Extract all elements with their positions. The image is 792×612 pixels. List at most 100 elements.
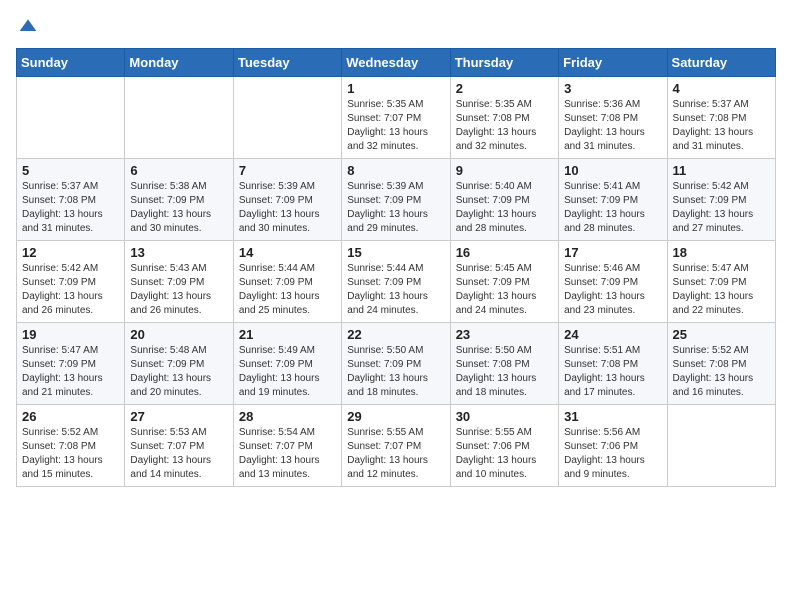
calendar-body: 1 Sunrise: 5:35 AM Sunset: 7:07 PM Daylig… <box>17 77 776 487</box>
day-info: Sunrise: 5:37 AM Sunset: 7:08 PM Dayligh… <box>673 98 770 154</box>
day-number: 18 <box>673 245 770 260</box>
calendar-cell: 11 Sunrise: 5:42 AM Sunset: 7:09 PM Dayli… <box>667 159 775 241</box>
calendar-cell: 6Sunrise: 5:38 AM Sunset: 7:09 PM Daylig… <box>125 159 233 241</box>
calendar-cell: 23 Sunrise: 5:50 AM Sunset: 7:08 PM Dayli… <box>450 323 558 405</box>
calendar-cell <box>667 405 775 487</box>
calendar-cell: 1 Sunrise: 5:35 AM Sunset: 7:07 PM Daylig… <box>342 77 450 159</box>
day-header-sunday: Sunday <box>17 49 125 77</box>
day-number: 10 <box>564 163 661 178</box>
day-info: Sunrise: 5:50 AM Sunset: 7:08 PM Dayligh… <box>456 344 553 400</box>
day-info: Sunrise: 5:37 AM Sunset: 7:08 PM Dayligh… <box>22 180 119 236</box>
calendar-cell: 27 Sunrise: 5:53 AM Sunset: 7:07 PM Dayli… <box>125 405 233 487</box>
day-info: Sunrise: 5:42 AM Sunset: 7:09 PM Dayligh… <box>673 180 770 236</box>
calendar-cell: 4 Sunrise: 5:37 AM Sunset: 7:08 PM Daylig… <box>667 77 775 159</box>
page-header <box>16 16 776 36</box>
day-info: Sunrise: 5:51 AM Sunset: 7:08 PM Dayligh… <box>564 344 661 400</box>
day-number: 13 <box>130 245 227 260</box>
day-info: Sunrise: 5:53 AM Sunset: 7:07 PM Dayligh… <box>130 426 227 482</box>
day-info: Sunrise: 5:47 AM Sunset: 7:09 PM Dayligh… <box>673 262 770 318</box>
logo-icon <box>18 16 38 36</box>
day-number: 3 <box>564 81 661 96</box>
day-info: Sunrise: 5:49 AM Sunset: 7:09 PM Dayligh… <box>239 344 336 400</box>
calendar-header: SundayMondayTuesdayWednesdayThursdayFrid… <box>17 49 776 77</box>
day-info: Sunrise: 5:39 AM Sunset: 7:09 PM Dayligh… <box>347 180 444 236</box>
calendar-cell: 28 Sunrise: 5:54 AM Sunset: 7:07 PM Dayli… <box>233 405 341 487</box>
day-info: Sunrise: 5:43 AM Sunset: 7:09 PM Dayligh… <box>130 262 227 318</box>
day-header-monday: Monday <box>125 49 233 77</box>
day-info: Sunrise: 5:47 AM Sunset: 7:09 PM Dayligh… <box>22 344 119 400</box>
day-info: Sunrise: 5:39 AM Sunset: 7:09 PM Dayligh… <box>239 180 336 236</box>
day-number: 23 <box>456 327 553 342</box>
day-info: Sunrise: 5:40 AM Sunset: 7:09 PM Dayligh… <box>456 180 553 236</box>
day-number: 16 <box>456 245 553 260</box>
calendar-cell <box>233 77 341 159</box>
week-row-4: 26Sunrise: 5:52 AM Sunset: 7:08 PM Dayli… <box>17 405 776 487</box>
calendar-cell: 26Sunrise: 5:52 AM Sunset: 7:08 PM Dayli… <box>17 405 125 487</box>
day-number: 21 <box>239 327 336 342</box>
day-info: Sunrise: 5:56 AM Sunset: 7:06 PM Dayligh… <box>564 426 661 482</box>
calendar-cell: 2Sunrise: 5:35 AM Sunset: 7:08 PM Daylig… <box>450 77 558 159</box>
week-row-3: 19 Sunrise: 5:47 AM Sunset: 7:09 PM Dayli… <box>17 323 776 405</box>
day-info: Sunrise: 5:50 AM Sunset: 7:09 PM Dayligh… <box>347 344 444 400</box>
day-number: 5 <box>22 163 119 178</box>
day-number: 15 <box>347 245 444 260</box>
day-header-friday: Friday <box>559 49 667 77</box>
day-number: 9 <box>456 163 553 178</box>
calendar-cell: 17Sunrise: 5:46 AM Sunset: 7:09 PM Dayli… <box>559 241 667 323</box>
calendar-cell: 3 Sunrise: 5:36 AM Sunset: 7:08 PM Daylig… <box>559 77 667 159</box>
day-info: Sunrise: 5:41 AM Sunset: 7:09 PM Dayligh… <box>564 180 661 236</box>
day-number: 30 <box>456 409 553 424</box>
calendar-cell: 5 Sunrise: 5:37 AM Sunset: 7:08 PM Daylig… <box>17 159 125 241</box>
day-header-tuesday: Tuesday <box>233 49 341 77</box>
calendar-cell: 24 Sunrise: 5:51 AM Sunset: 7:08 PM Dayli… <box>559 323 667 405</box>
day-info: Sunrise: 5:55 AM Sunset: 7:06 PM Dayligh… <box>456 426 553 482</box>
day-info: Sunrise: 5:55 AM Sunset: 7:07 PM Dayligh… <box>347 426 444 482</box>
calendar-cell: 7 Sunrise: 5:39 AM Sunset: 7:09 PM Daylig… <box>233 159 341 241</box>
calendar-cell: 12 Sunrise: 5:42 AM Sunset: 7:09 PM Dayli… <box>17 241 125 323</box>
day-info: Sunrise: 5:54 AM Sunset: 7:07 PM Dayligh… <box>239 426 336 482</box>
calendar-cell <box>125 77 233 159</box>
day-number: 7 <box>239 163 336 178</box>
day-info: Sunrise: 5:38 AM Sunset: 7:09 PM Dayligh… <box>130 180 227 236</box>
day-number: 1 <box>347 81 444 96</box>
day-header-wednesday: Wednesday <box>342 49 450 77</box>
calendar-cell: 21 Sunrise: 5:49 AM Sunset: 7:09 PM Dayli… <box>233 323 341 405</box>
day-info: Sunrise: 5:52 AM Sunset: 7:08 PM Dayligh… <box>673 344 770 400</box>
week-row-0: 1 Sunrise: 5:35 AM Sunset: 7:07 PM Daylig… <box>17 77 776 159</box>
calendar-cell: 15 Sunrise: 5:44 AM Sunset: 7:09 PM Dayli… <box>342 241 450 323</box>
day-info: Sunrise: 5:35 AM Sunset: 7:07 PM Dayligh… <box>347 98 444 154</box>
day-number: 8 <box>347 163 444 178</box>
calendar-cell: 13 Sunrise: 5:43 AM Sunset: 7:09 PM Dayli… <box>125 241 233 323</box>
day-number: 27 <box>130 409 227 424</box>
calendar-cell: 18 Sunrise: 5:47 AM Sunset: 7:09 PM Dayli… <box>667 241 775 323</box>
calendar-cell <box>17 77 125 159</box>
day-number: 29 <box>347 409 444 424</box>
day-number: 31 <box>564 409 661 424</box>
day-number: 20 <box>130 327 227 342</box>
day-info: Sunrise: 5:42 AM Sunset: 7:09 PM Dayligh… <box>22 262 119 318</box>
day-header-saturday: Saturday <box>667 49 775 77</box>
day-info: Sunrise: 5:36 AM Sunset: 7:08 PM Dayligh… <box>564 98 661 154</box>
day-info: Sunrise: 5:52 AM Sunset: 7:08 PM Dayligh… <box>22 426 119 482</box>
calendar-cell: 22Sunrise: 5:50 AM Sunset: 7:09 PM Dayli… <box>342 323 450 405</box>
day-number: 11 <box>673 163 770 178</box>
day-number: 14 <box>239 245 336 260</box>
logo <box>16 16 38 36</box>
day-number: 28 <box>239 409 336 424</box>
calendar-cell: 9 Sunrise: 5:40 AM Sunset: 7:09 PM Daylig… <box>450 159 558 241</box>
day-number: 12 <box>22 245 119 260</box>
calendar-cell: 19 Sunrise: 5:47 AM Sunset: 7:09 PM Dayli… <box>17 323 125 405</box>
calendar-cell: 25Sunrise: 5:52 AM Sunset: 7:08 PM Dayli… <box>667 323 775 405</box>
day-info: Sunrise: 5:44 AM Sunset: 7:09 PM Dayligh… <box>347 262 444 318</box>
calendar-cell: 31 Sunrise: 5:56 AM Sunset: 7:06 PM Dayli… <box>559 405 667 487</box>
calendar-cell: 10 Sunrise: 5:41 AM Sunset: 7:09 PM Dayli… <box>559 159 667 241</box>
calendar-cell: 20Sunrise: 5:48 AM Sunset: 7:09 PM Dayli… <box>125 323 233 405</box>
week-row-1: 5 Sunrise: 5:37 AM Sunset: 7:08 PM Daylig… <box>17 159 776 241</box>
day-number: 4 <box>673 81 770 96</box>
week-row-2: 12 Sunrise: 5:42 AM Sunset: 7:09 PM Dayli… <box>17 241 776 323</box>
day-number: 19 <box>22 327 119 342</box>
calendar-cell: 29 Sunrise: 5:55 AM Sunset: 7:07 PM Dayli… <box>342 405 450 487</box>
day-number: 24 <box>564 327 661 342</box>
day-info: Sunrise: 5:44 AM Sunset: 7:09 PM Dayligh… <box>239 262 336 318</box>
day-number: 2 <box>456 81 553 96</box>
